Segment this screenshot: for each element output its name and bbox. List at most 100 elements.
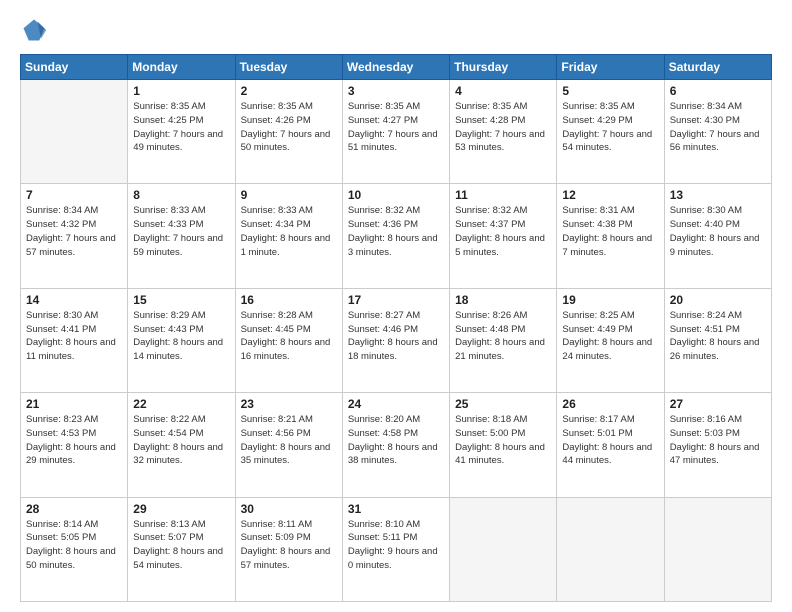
day-number: 25 [455, 397, 551, 411]
weekday-tuesday: Tuesday [235, 55, 342, 80]
calendar-cell: 26 Sunrise: 8:17 AMSunset: 5:01 PMDayligh… [557, 393, 664, 497]
day-number: 26 [562, 397, 658, 411]
calendar-cell: 11 Sunrise: 8:32 AMSunset: 4:37 PMDayligh… [450, 184, 557, 288]
calendar-cell: 1 Sunrise: 8:35 AMSunset: 4:25 PMDaylight… [128, 80, 235, 184]
calendar-cell: 28 Sunrise: 8:14 AMSunset: 5:05 PMDayligh… [21, 497, 128, 601]
day-number: 11 [455, 188, 551, 202]
day-info: Sunrise: 8:21 AMSunset: 4:56 PMDaylight:… [241, 413, 337, 468]
calendar-cell: 6 Sunrise: 8:34 AMSunset: 4:30 PMDaylight… [664, 80, 771, 184]
day-info: Sunrise: 8:20 AMSunset: 4:58 PMDaylight:… [348, 413, 444, 468]
day-info: Sunrise: 8:30 AMSunset: 4:40 PMDaylight:… [670, 204, 766, 259]
day-info: Sunrise: 8:28 AMSunset: 4:45 PMDaylight:… [241, 309, 337, 364]
calendar-cell: 19 Sunrise: 8:25 AMSunset: 4:49 PMDayligh… [557, 288, 664, 392]
calendar-cell [557, 497, 664, 601]
day-info: Sunrise: 8:35 AMSunset: 4:27 PMDaylight:… [348, 100, 444, 155]
calendar-cell: 31 Sunrise: 8:10 AMSunset: 5:11 PMDayligh… [342, 497, 449, 601]
day-number: 28 [26, 502, 122, 516]
day-number: 16 [241, 293, 337, 307]
day-number: 9 [241, 188, 337, 202]
day-number: 22 [133, 397, 229, 411]
calendar-cell [664, 497, 771, 601]
day-info: Sunrise: 8:31 AMSunset: 4:38 PMDaylight:… [562, 204, 658, 259]
day-info: Sunrise: 8:35 AMSunset: 4:29 PMDaylight:… [562, 100, 658, 155]
calendar-cell: 23 Sunrise: 8:21 AMSunset: 4:56 PMDayligh… [235, 393, 342, 497]
day-number: 19 [562, 293, 658, 307]
day-number: 6 [670, 84, 766, 98]
calendar-cell: 25 Sunrise: 8:18 AMSunset: 5:00 PMDayligh… [450, 393, 557, 497]
calendar-cell: 2 Sunrise: 8:35 AMSunset: 4:26 PMDaylight… [235, 80, 342, 184]
day-number: 3 [348, 84, 444, 98]
day-info: Sunrise: 8:34 AMSunset: 4:30 PMDaylight:… [670, 100, 766, 155]
calendar-cell [21, 80, 128, 184]
weekday-friday: Friday [557, 55, 664, 80]
day-number: 12 [562, 188, 658, 202]
page: SundayMondayTuesdayWednesdayThursdayFrid… [0, 0, 792, 612]
calendar-cell: 20Sunrise: 8:24 AMSunset: 4:51 PMDayligh… [664, 288, 771, 392]
weekday-thursday: Thursday [450, 55, 557, 80]
calendar-cell: 10 Sunrise: 8:32 AMSunset: 4:36 PMDayligh… [342, 184, 449, 288]
day-info: Sunrise: 8:26 AMSunset: 4:48 PMDaylight:… [455, 309, 551, 364]
day-number: 15 [133, 293, 229, 307]
week-row-3: 21Sunrise: 8:23 AMSunset: 4:53 PMDayligh… [21, 393, 772, 497]
day-number: 18 [455, 293, 551, 307]
day-info: Sunrise: 8:18 AMSunset: 5:00 PMDaylight:… [455, 413, 551, 468]
day-info: Sunrise: 8:13 AMSunset: 5:07 PMDaylight:… [133, 518, 229, 573]
calendar-cell: 12 Sunrise: 8:31 AMSunset: 4:38 PMDayligh… [557, 184, 664, 288]
logo [20, 16, 52, 44]
day-info: Sunrise: 8:29 AMSunset: 4:43 PMDaylight:… [133, 309, 229, 364]
day-number: 27 [670, 397, 766, 411]
day-number: 10 [348, 188, 444, 202]
calendar-cell: 4 Sunrise: 8:35 AMSunset: 4:28 PMDaylight… [450, 80, 557, 184]
day-info: Sunrise: 8:16 AMSunset: 5:03 PMDaylight:… [670, 413, 766, 468]
weekday-sunday: Sunday [21, 55, 128, 80]
calendar-cell: 7Sunrise: 8:34 AMSunset: 4:32 PMDaylight… [21, 184, 128, 288]
day-number: 24 [348, 397, 444, 411]
day-number: 1 [133, 84, 229, 98]
weekday-wednesday: Wednesday [342, 55, 449, 80]
day-info: Sunrise: 8:24 AMSunset: 4:51 PMDaylight:… [670, 309, 766, 364]
day-info: Sunrise: 8:27 AMSunset: 4:46 PMDaylight:… [348, 309, 444, 364]
day-number: 2 [241, 84, 337, 98]
calendar-cell: 5 Sunrise: 8:35 AMSunset: 4:29 PMDaylight… [557, 80, 664, 184]
calendar-cell: 21Sunrise: 8:23 AMSunset: 4:53 PMDayligh… [21, 393, 128, 497]
day-number: 30 [241, 502, 337, 516]
day-info: Sunrise: 8:32 AMSunset: 4:37 PMDaylight:… [455, 204, 551, 259]
day-number: 4 [455, 84, 551, 98]
day-number: 14 [26, 293, 122, 307]
day-number: 8 [133, 188, 229, 202]
day-number: 5 [562, 84, 658, 98]
calendar-cell: 8 Sunrise: 8:33 AMSunset: 4:33 PMDaylight… [128, 184, 235, 288]
calendar-cell: 22 Sunrise: 8:22 AMSunset: 4:54 PMDayligh… [128, 393, 235, 497]
day-info: Sunrise: 8:33 AMSunset: 4:34 PMDaylight:… [241, 204, 337, 259]
calendar-cell: 27 Sunrise: 8:16 AMSunset: 5:03 PMDayligh… [664, 393, 771, 497]
day-number: 29 [133, 502, 229, 516]
day-info: Sunrise: 8:33 AMSunset: 4:33 PMDaylight:… [133, 204, 229, 259]
week-row-4: 28 Sunrise: 8:14 AMSunset: 5:05 PMDayligh… [21, 497, 772, 601]
calendar-cell: 14 Sunrise: 8:30 AMSunset: 4:41 PMDayligh… [21, 288, 128, 392]
day-info: Sunrise: 8:23 AMSunset: 4:53 PMDaylight:… [26, 413, 122, 468]
calendar-cell: 30 Sunrise: 8:11 AMSunset: 5:09 PMDayligh… [235, 497, 342, 601]
day-info: Sunrise: 8:17 AMSunset: 5:01 PMDaylight:… [562, 413, 658, 468]
calendar-cell [450, 497, 557, 601]
weekday-monday: Monday [128, 55, 235, 80]
day-info: Sunrise: 8:35 AMSunset: 4:28 PMDaylight:… [455, 100, 551, 155]
day-info: Sunrise: 8:14 AMSunset: 5:05 PMDaylight:… [26, 518, 122, 573]
day-info: Sunrise: 8:32 AMSunset: 4:36 PMDaylight:… [348, 204, 444, 259]
calendar-cell: 18 Sunrise: 8:26 AMSunset: 4:48 PMDayligh… [450, 288, 557, 392]
day-info: Sunrise: 8:11 AMSunset: 5:09 PMDaylight:… [241, 518, 337, 573]
calendar-cell: 15 Sunrise: 8:29 AMSunset: 4:43 PMDayligh… [128, 288, 235, 392]
day-info: Sunrise: 8:30 AMSunset: 4:41 PMDaylight:… [26, 309, 122, 364]
day-number: 31 [348, 502, 444, 516]
day-info: Sunrise: 8:34 AMSunset: 4:32 PMDaylight:… [26, 204, 122, 259]
day-info: Sunrise: 8:25 AMSunset: 4:49 PMDaylight:… [562, 309, 658, 364]
day-number: 23 [241, 397, 337, 411]
week-row-2: 14 Sunrise: 8:30 AMSunset: 4:41 PMDayligh… [21, 288, 772, 392]
day-info: Sunrise: 8:35 AMSunset: 4:25 PMDaylight:… [133, 100, 229, 155]
weekday-header-row: SundayMondayTuesdayWednesdayThursdayFrid… [21, 55, 772, 80]
day-info: Sunrise: 8:22 AMSunset: 4:54 PMDaylight:… [133, 413, 229, 468]
day-info: Sunrise: 8:35 AMSunset: 4:26 PMDaylight:… [241, 100, 337, 155]
header [20, 16, 772, 44]
calendar-cell: 3 Sunrise: 8:35 AMSunset: 4:27 PMDaylight… [342, 80, 449, 184]
day-info: Sunrise: 8:10 AMSunset: 5:11 PMDaylight:… [348, 518, 444, 573]
calendar-cell: 9 Sunrise: 8:33 AMSunset: 4:34 PMDaylight… [235, 184, 342, 288]
